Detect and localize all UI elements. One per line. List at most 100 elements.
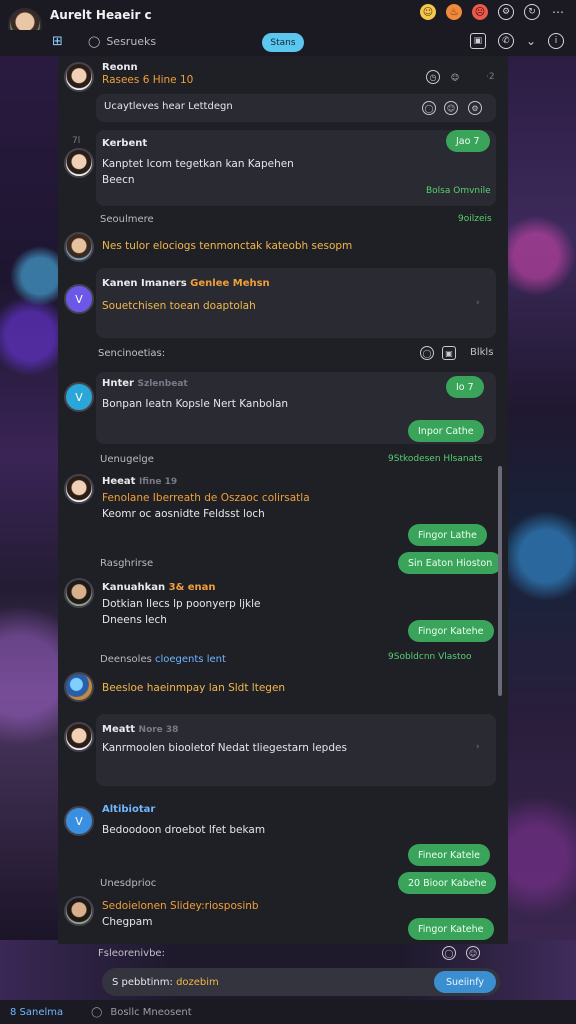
message-author: Unesdprioc [100, 878, 157, 889]
search-icon[interactable]: ◯ [422, 101, 436, 115]
top-bar: Aurelt Heaeir c ☺ ♨ ☹ ⚙ ↻ ⋯ [0, 0, 576, 42]
message-author: Kanuahkan 3& enan [102, 582, 216, 593]
avatar[interactable] [64, 232, 94, 262]
message-card: V Hnter Szlenbeat Bonpan Ieatn Kopsle Ne… [64, 372, 496, 444]
input-value: S pebbtinm: [112, 976, 173, 988]
avatar[interactable] [64, 722, 94, 752]
more-icon[interactable]: ⋯ [550, 4, 566, 20]
message-input[interactable]: S pebbtinm: dozebim Sueiinfy [102, 968, 500, 996]
divider-card: Ucaytleves hear Lettdegn ◯ ☺ ⚙ [96, 94, 496, 122]
toolbar: ⊞ ◯ Sesrueks Stans ▣ ✆ ⌄ i [0, 30, 576, 56]
bottom-label[interactable]: 8 Sanelma [10, 1007, 63, 1018]
message-text: Chegpam [102, 916, 153, 928]
bottom-search[interactable]: Bosllc Mneosent [110, 1007, 191, 1018]
action-pill[interactable]: Fingor Lathe [408, 524, 487, 546]
angry-emoji-icon[interactable]: ☹ [472, 4, 488, 20]
action-pill[interactable]: Fingor Katehe [408, 918, 494, 940]
search-area[interactable]: ◯ Sesrueks [88, 35, 156, 48]
divider-label: Ucaytleves hear Lettdegn [104, 101, 233, 112]
status-pill[interactable]: Sin Eaton Hioston [398, 552, 503, 574]
action-pill[interactable]: Fingor Katehe [408, 620, 494, 642]
chat-panel: Reonn Rasees 6 Hine 10 ◷ ☺ ·2 Ucaytleves… [58, 56, 508, 996]
reply-pill[interactable]: Io 7 [446, 376, 484, 398]
emoji-icon[interactable]: ☺ [444, 101, 458, 115]
expand-icon[interactable]: › [476, 298, 480, 308]
avatar[interactable]: V [64, 806, 94, 836]
smile-emoji-icon[interactable]: ☺ [420, 4, 436, 20]
settings-icon[interactable]: ⚙ [468, 101, 482, 115]
message-author: Reonn [102, 62, 138, 73]
search-label: Sesrueks [106, 35, 157, 48]
refresh-icon[interactable]: ↻ [524, 4, 540, 20]
left-gaming-art [0, 56, 60, 946]
toolbar-actions: ▣ ✆ ⌄ i [469, 33, 564, 49]
reply-count: ·2 [486, 72, 495, 82]
avatar[interactable] [64, 578, 94, 608]
message-author: Meatt Nore 38 [102, 724, 179, 735]
status-pill[interactable]: 20 Bioor Kabehe [398, 872, 497, 894]
avatar[interactable] [64, 148, 94, 178]
message-text: Nes tulor elociogs tenmonctak kateobh se… [102, 240, 353, 252]
search-icon: ◯ [91, 1006, 103, 1018]
message-card: V Kanen Imaners Genlee Mehsn Souetchisen… [64, 268, 496, 338]
message-author: Deensoles cloegents lent [100, 654, 226, 665]
message-text: Sedoielonen Slidey:riosposinb [102, 900, 259, 912]
section-divider: Fsleorenivbe: ◯ ☺ [98, 944, 498, 962]
message-text: Beesloe haeinmpay lan Sldt ltegen [102, 682, 286, 694]
search-icon[interactable]: ◯ [442, 946, 456, 960]
message-author: Hnter Szlenbeat [102, 378, 188, 389]
layout-icon[interactable]: ⊞ [52, 34, 63, 49]
action-pill[interactable]: Inpor Cathe [408, 420, 484, 442]
phone-icon[interactable]: ✆ [497, 33, 514, 49]
window-icon[interactable]: ▣ [469, 33, 486, 49]
message-author: Altibiotar [102, 804, 156, 815]
clock-icon[interactable]: ◷ [426, 70, 440, 84]
message-meta: Rasees 6 Hine 10 [102, 74, 194, 86]
search-icon[interactable]: ◯ [420, 346, 434, 360]
message-text: Dotkian Ilecs lp poonyerp ljkle [102, 598, 261, 610]
message-author: Heeat Ifine 19 [102, 476, 178, 487]
avatar[interactable] [64, 672, 94, 702]
message-card: Kerbent Kanptet Icom tegetkan kan Kapehe… [64, 130, 496, 206]
chevron-down-icon[interactable]: ⌄ [526, 34, 536, 48]
action-pill[interactable]: Fineor Katele [408, 844, 490, 866]
top-emoji-row: ☺ ♨ ☹ ⚙ ↻ ⋯ [420, 4, 566, 20]
timestamp: 7l [72, 136, 81, 146]
message-text: Bedoodoon droebot lfet bekam [102, 824, 266, 836]
avatar[interactable] [64, 474, 94, 504]
message-text: Keomr oc aosnidte Feldsst loch [102, 508, 265, 520]
message-author: Seoulmere [100, 214, 154, 225]
reaction-icon[interactable]: ☺ [466, 946, 480, 960]
message-text: Souetchisen toean doaptolah [102, 300, 256, 312]
message-text: Bonpan Ieatn Kopsle Nert Kanbolan [102, 398, 289, 410]
send-button[interactable]: Sueiinfy [434, 971, 496, 993]
status-text: 9Stkodesen Hlsanats [388, 454, 483, 464]
section-divider: Sencinoetias: ◯ ▣ Blkls [98, 346, 494, 360]
window-icon[interactable]: ▣ [442, 346, 456, 360]
avatar[interactable] [64, 896, 94, 926]
fire-emoji-icon[interactable]: ♨ [446, 4, 462, 20]
message-card: Meatt Nore 38 Kanrmoolen biooletof Nedat… [64, 714, 496, 786]
timestamp: 9oilzeis [458, 214, 492, 224]
avatar[interactable] [64, 62, 94, 92]
message-text: Dneens lech [102, 614, 167, 626]
status-pill[interactable]: Stans [262, 33, 304, 52]
message-author: Rasghrirse [100, 558, 154, 569]
message-text: Kanptet Icom tegetkan kan Kapehen [102, 158, 294, 170]
window-title: Aurelt Heaeir c [50, 8, 152, 22]
message-author: Uenugelge [100, 454, 154, 465]
avatar[interactable]: V [64, 382, 94, 412]
status-text: Bolsa Omvnile [426, 186, 491, 196]
reaction-emoji-icon[interactable]: ☺ [448, 70, 462, 84]
settings-icon[interactable]: ⚙ [498, 4, 514, 20]
reply-pill[interactable]: Jao 7 [446, 130, 490, 152]
search-icon: ◯ [88, 35, 101, 48]
message-author: Kerbent [102, 138, 148, 149]
info-icon[interactable]: i [548, 33, 564, 49]
status-text: 9Sobldcnn Vlastoo [388, 652, 472, 662]
divider-right-label: Blkls [470, 347, 494, 358]
scrollbar[interactable] [498, 466, 502, 696]
bottom-bar: 8 Sanelma ◯ Bosllc Mneosent [0, 1000, 576, 1024]
avatar[interactable]: V [64, 284, 94, 314]
expand-icon[interactable]: › [476, 742, 480, 752]
